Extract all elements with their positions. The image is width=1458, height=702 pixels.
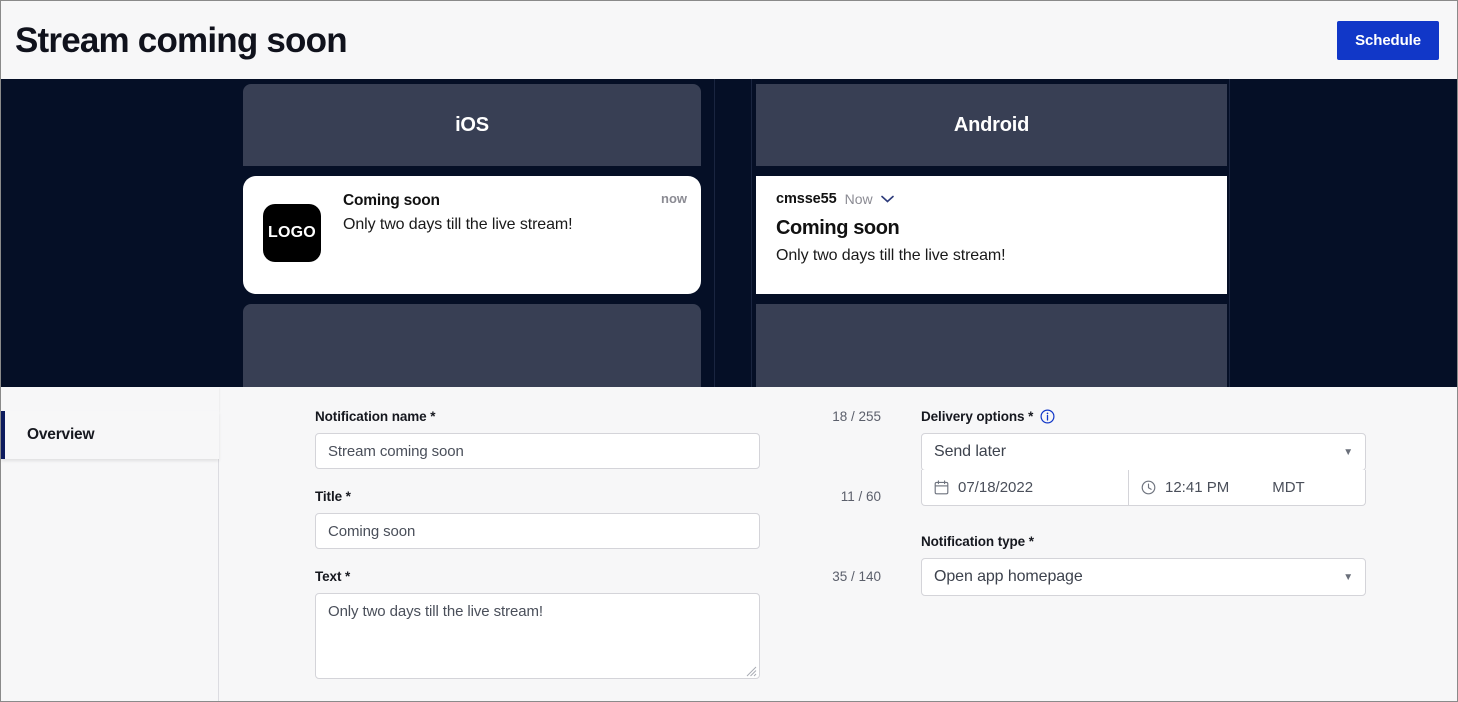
android-notification-title: Coming soon [776,217,900,239]
form-area: Notification name * 18 / 255 Stream comi… [219,387,1457,701]
delivery-date-value: 07/18/2022 [958,479,1034,496]
calendar-icon [934,480,949,495]
notification-name-input[interactable]: Stream coming soon [315,433,760,469]
android-app-name: cmsse55 [776,191,837,207]
title-counter: 11 / 60 [840,488,881,504]
delivery-options-label-text: Delivery options * [921,408,1034,424]
stage-divider-mid [751,79,752,387]
delivery-date-input[interactable]: 07/18/2022 [922,470,1129,505]
notification-name-label: Notification name * [315,408,436,424]
notification-type-label: Notification type * [921,533,1034,549]
delivery-options-label: Delivery options * [921,409,1055,424]
field-title: Title * 11 / 60 Coming soon [315,487,881,549]
stage-divider-right [1229,79,1230,387]
text-counter: 35 / 140 [832,568,881,584]
text-textarea-value: Only two days till the live stream! [328,603,543,620]
delivery-options-value: Send later [934,443,1006,460]
field-notification-name: Notification name * 18 / 255 Stream comi… [315,407,881,469]
resize-handle-icon[interactable] [745,664,757,677]
ios-app-logo: LOGO [263,204,321,262]
text-textarea[interactable]: Only two days till the live stream! [315,593,760,679]
info-icon[interactable] [1040,408,1055,424]
sidebar-item-overview[interactable]: Overview [1,411,219,459]
delivery-time-value: 12:41 PM [1165,479,1230,496]
device-preview-stage: iOS LOGO Coming soon Only two days till … [1,79,1457,387]
ios-preview-column: iOS LOGO Coming soon Only two days till … [243,79,701,387]
chevron-down-icon[interactable] [880,195,894,203]
notification-name-counter: 18 / 255 [832,408,881,424]
notification-composer-window: Stream coming soon Schedule iOS LOGO Com… [0,0,1458,702]
delivery-datetime-row: 07/18/2022 12:41 PM MDT [921,470,1366,506]
android-notification-timestamp: Now [844,191,873,207]
text-label: Text * [315,568,351,584]
notification-type-select[interactable]: Open app homepage ▼ [921,558,1366,596]
ios-notification-card: LOGO Coming soon Only two days till the … [243,176,701,294]
notification-type-value: Open app homepage [934,568,1083,585]
field-head: Delivery options * [921,407,1421,425]
field-head: Notification name * 18 / 255 [315,407,881,425]
sidebar-top-strip [1,387,219,411]
schedule-button[interactable]: Schedule [1337,20,1439,60]
form-column-left: Notification name * 18 / 255 Stream comi… [219,387,881,701]
clock-icon [1141,480,1156,495]
field-head: Notification type * [921,532,1421,550]
delivery-time-input[interactable]: 12:41 PM MDT [1129,470,1365,505]
field-notification-type: Notification type * Open app homepage ▼ [921,532,1421,596]
field-text: Text * 35 / 140 Only two days till the l… [315,567,881,679]
ios-notification-text: Only two days till the live stream! [343,216,573,233]
ios-notification-title: Coming soon [343,192,440,209]
sidebar-item-label: Overview [27,426,95,443]
field-head: Title * 11 / 60 [315,487,881,505]
android-preview-column: Android cmsse55 Now Coming soon Only two… [756,79,1227,387]
android-notification-text: Only two days till the live stream! [776,247,1006,264]
ios-notification-body: Coming soon Only two days till the live … [343,190,685,294]
ios-panel-title: iOS [243,84,701,166]
sidebar: Overview [1,387,219,701]
editor-sheet: Overview Notification name * 18 / 255 St… [1,387,1457,701]
ios-panel-footer [243,304,701,387]
title-input[interactable]: Coming soon [315,513,760,549]
field-delivery-options: Delivery options * Send later ▼ 07/18/20… [921,407,1421,506]
android-panel-title: Android [756,84,1227,166]
delivery-timezone-label: MDT [1272,479,1305,496]
android-panel-footer [756,304,1227,387]
ios-notification-timestamp: now [661,191,687,206]
chevron-down-icon: ▼ [1343,571,1353,583]
chevron-down-icon: ▼ [1343,446,1353,458]
delivery-options-select[interactable]: Send later ▼ [921,433,1366,471]
page-title: Stream coming soon [15,20,348,60]
android-notification-card: cmsse55 Now Coming soon Only two days ti… [756,176,1227,294]
stage-divider-left [714,79,715,387]
form-column-right: Delivery options * Send later ▼ 07/18/20… [881,387,1457,701]
field-head: Text * 35 / 140 [315,567,881,585]
android-notification-meta: cmsse55 Now [776,191,1209,207]
top-bar: Stream coming soon Schedule [1,1,1457,79]
title-label: Title * [315,488,351,504]
